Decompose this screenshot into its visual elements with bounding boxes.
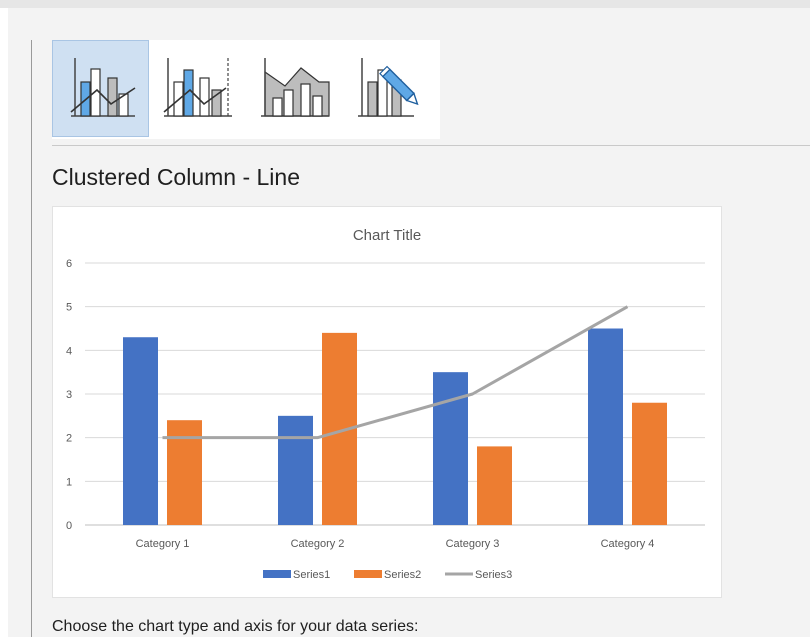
legend-swatch-series2 xyxy=(354,570,382,578)
bar-series1 xyxy=(278,415,313,525)
x-tick-label: Category 1 xyxy=(136,538,190,550)
gallery-separator xyxy=(52,145,810,146)
bar-series1 xyxy=(433,372,468,525)
y-tick-label: 4 xyxy=(66,345,72,357)
category-list-divider xyxy=(31,40,32,637)
subtype-clustered-column-line[interactable] xyxy=(52,40,149,137)
subtype-clustered-column-line-secondary-axis[interactable] xyxy=(149,40,246,137)
chart-title: Chart Title xyxy=(353,227,421,244)
legend-swatch-series1 xyxy=(263,570,291,578)
legend-label-series1: Series1 xyxy=(293,569,330,581)
y-tick-label: 1 xyxy=(66,476,72,488)
chart-svg: Chart Title 0 1 2 3 4 5 6 Category 1 Category 2 Ca… xyxy=(66,227,705,581)
line-series3 xyxy=(162,305,629,440)
legend-label-series3: Series3 xyxy=(475,569,512,581)
top-bar xyxy=(0,0,810,8)
x-tick-label: Category 3 xyxy=(446,538,500,550)
legend-label-series2: Series2 xyxy=(384,569,421,581)
y-tick-label: 3 xyxy=(66,389,72,401)
y-tick-label: 5 xyxy=(66,302,72,314)
bar-series2 xyxy=(632,402,667,525)
chart-preview: Chart Title 0 1 2 3 4 5 6 Category 1 Category 2 Ca… xyxy=(52,206,722,598)
subtype-stacked-area-clustered-column[interactable] xyxy=(246,40,343,137)
bar-series1 xyxy=(123,337,158,525)
bar-series2 xyxy=(167,420,202,525)
y-tick-label: 6 xyxy=(66,258,72,270)
bar-series1 xyxy=(588,328,623,525)
y-tick-label: 0 xyxy=(66,520,72,532)
bar-series2 xyxy=(477,446,512,525)
custom-combination-icon xyxy=(357,57,419,117)
subtype-custom-combination[interactable] xyxy=(343,40,440,137)
combo-chart-subtype-gallery xyxy=(52,40,440,139)
clustered-column-line-secondary-axis-icon xyxy=(162,57,232,117)
series-config-label: Choose the chart type and axis for your … xyxy=(52,618,419,635)
x-tick-label: Category 4 xyxy=(601,538,655,550)
x-tick-label: Category 2 xyxy=(291,538,345,550)
clustered-column-line-icon xyxy=(69,57,135,117)
y-tick-label: 2 xyxy=(66,433,72,445)
stacked-area-clustered-column-icon xyxy=(260,57,330,117)
chart-subtype-title: Clustered Column - Line xyxy=(52,164,301,190)
